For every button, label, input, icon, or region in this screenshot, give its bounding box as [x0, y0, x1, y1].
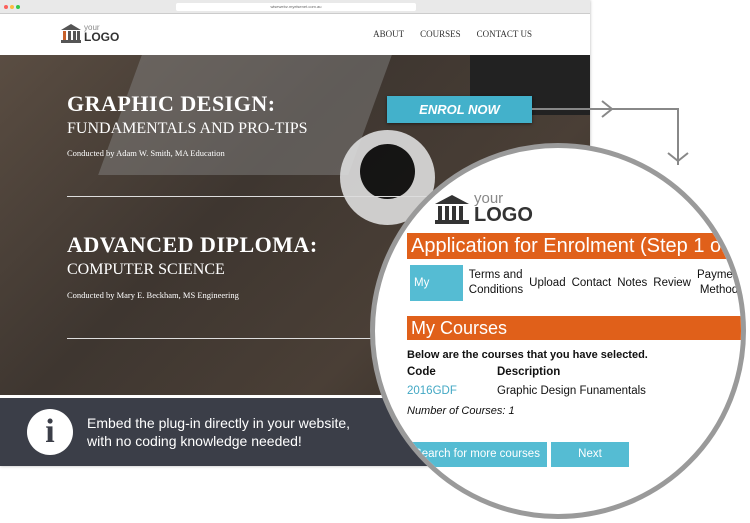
- logo-text: LOGO: [474, 204, 533, 226]
- course-code-link[interactable]: 2016GDF: [407, 385, 457, 397]
- tab-contact[interactable]: Contact: [572, 277, 612, 289]
- tab-notes[interactable]: Notes: [617, 277, 647, 289]
- search-courses-button[interactable]: Search for more courses: [407, 442, 547, 467]
- col-code: Code: [407, 366, 436, 378]
- course1-title: GRAPHIC DESIGN:: [67, 91, 276, 116]
- course2-subtitle: COMPUTER SCIENCE: [67, 261, 225, 278]
- building-icon: [61, 24, 81, 43]
- form-logo: your LOGO: [433, 191, 533, 226]
- info-icon: i: [27, 409, 73, 455]
- url-bar[interactable]: wisewebz.myelsenet.com.au: [176, 3, 416, 11]
- section-heading: My Courses: [407, 316, 741, 340]
- info-text-1: Embed the plug-in directly in your websi…: [87, 415, 351, 431]
- info-text-2: with no coding knowledge needed!: [87, 433, 302, 449]
- site-logo[interactable]: your LOGO: [60, 23, 119, 43]
- nav-contact[interactable]: CONTACT US: [477, 29, 532, 39]
- tab-review[interactable]: Review: [653, 277, 691, 289]
- course1-subtitle: FUNDAMENTALS AND PRO-TIPS: [67, 120, 308, 137]
- nav-about[interactable]: ABOUT: [373, 29, 404, 39]
- minimize-dot[interactable]: [10, 5, 14, 9]
- tab-payment[interactable]: Payment Method: [697, 268, 741, 298]
- site-header: your LOGO ABOUT COURSES CONTACT US: [0, 14, 590, 55]
- course-count: Number of Courses: 1: [407, 405, 515, 417]
- course1-instructor: Conducted by Adam W. Smith, MA Education: [67, 148, 225, 158]
- nav-courses[interactable]: COURSES: [420, 29, 461, 39]
- magnified-form: your LOGO Application for Enrolment (Step…: [370, 143, 746, 519]
- browser-toolbar: wisewebz.myelsenet.com.au: [0, 0, 590, 14]
- next-button[interactable]: Next: [551, 442, 629, 467]
- main-nav: ABOUT COURSES CONTACT US: [373, 29, 532, 39]
- building-icon: [435, 195, 469, 224]
- tab-my-courses[interactable]: My Courses: [410, 265, 463, 325]
- col-description: Description: [497, 366, 561, 378]
- maximize-dot[interactable]: [16, 5, 20, 9]
- course-description: Graphic Design Funamentals: [497, 385, 646, 397]
- intro-text: Below are the courses that you have sele…: [407, 349, 648, 361]
- step-tabs: My Courses Terms and Conditions Upload C…: [410, 265, 741, 325]
- form-title: Application for Enrolment (Step 1 of: [407, 233, 741, 259]
- course2-title: ADVANCED DIPLOMA:: [67, 232, 318, 257]
- logo-text: LOGO: [84, 30, 120, 44]
- enrol-now-button[interactable]: ENROL NOW: [387, 96, 532, 123]
- course2-instructor: Conducted by Mary E. Beckham, MS Enginee…: [67, 290, 239, 300]
- tab-terms[interactable]: Terms and Conditions: [469, 268, 523, 298]
- tab-upload[interactable]: Upload: [529, 277, 565, 289]
- close-dot[interactable]: [4, 5, 8, 9]
